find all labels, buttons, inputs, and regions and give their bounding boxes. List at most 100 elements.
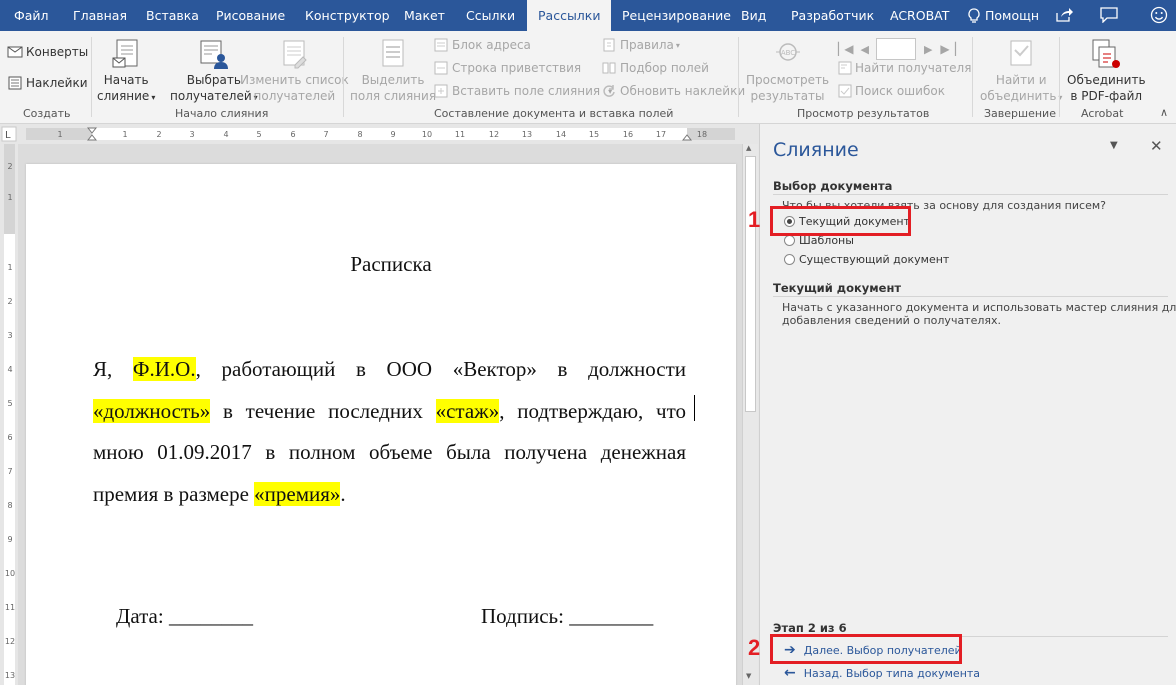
prev-record-icon[interactable]: ◀	[860, 43, 868, 56]
tab-home[interactable]: Главная	[73, 0, 127, 31]
smiley-icon[interactable]	[1148, 4, 1170, 26]
insert-merge-field-button[interactable]: Вставить поле слияния ▾	[434, 84, 612, 98]
tell-me-button[interactable]: Помощн	[967, 0, 1039, 31]
svg-text:6: 6	[7, 433, 12, 442]
envelopes-button[interactable]: Конверты	[7, 45, 88, 59]
preview-label-1: Просмотреть	[746, 73, 830, 87]
update-labels-label: Обновить наклейки	[620, 84, 746, 98]
preview-results-button[interactable]: ABC Просмотреть результаты	[746, 38, 829, 104]
section-divider	[773, 296, 1168, 297]
finish-label-1: Найти и	[995, 73, 1047, 87]
tab-acrobat[interactable]: ACROBAT	[890, 0, 949, 31]
find-recipient-button[interactable]: Найти получателя	[838, 61, 971, 75]
date-line: Дата: ________	[116, 604, 253, 628]
insert-field-label: Вставить поле слияния	[452, 84, 601, 98]
address-block-button[interactable]: Блок адреса	[434, 38, 531, 52]
merge-field-bonus[interactable]: «премия»	[254, 481, 341, 506]
ribbon-separator	[1059, 37, 1060, 117]
address-block-icon	[434, 38, 448, 52]
tab-design[interactable]: Конструктор	[305, 0, 390, 31]
record-number-input[interactable]	[875, 38, 916, 60]
pane-options-icon[interactable]: ▼	[1110, 140, 1118, 151]
greeting-line-button[interactable]: Строка приветствия	[434, 61, 581, 75]
svg-text:1: 1	[57, 130, 62, 139]
rules-icon	[603, 38, 615, 52]
greeting-line-label: Строка приветствия	[452, 61, 582, 75]
next-record-icon[interactable]: ▶	[924, 43, 932, 56]
group-finish-label: Завершение	[984, 107, 1056, 120]
svg-text:14: 14	[556, 130, 566, 139]
envelopes-label: Конверты	[26, 45, 89, 59]
vertical-ruler: 2 1 1 2 3 4 5 6 7 8 9 10 11 12 13	[0, 144, 18, 685]
highlight-fields-label-1: Выделить	[361, 73, 425, 87]
merge-field-fio[interactable]: Ф.И.О.	[132, 357, 196, 381]
edit-recipient-list-button[interactable]: Изменить список получателей	[240, 38, 349, 104]
svg-text:12: 12	[5, 637, 15, 646]
group-preview-label: Просмотр результатов	[797, 107, 930, 120]
document-page[interactable]: Расписка Я, Ф.И.О., работающий в ООО «Ве…	[26, 164, 736, 685]
svg-text:11: 11	[5, 603, 15, 612]
tell-me-label: Помощн	[985, 8, 1040, 23]
match-fields-button[interactable]: Подбор полей	[602, 61, 709, 75]
section-select-document: Выбор документа	[773, 179, 893, 193]
highlight-fields-label-2: поля слияния	[350, 89, 437, 103]
last-record-icon[interactable]: ▶▕	[940, 42, 956, 56]
rules-button[interactable]: Правила ▾	[602, 38, 680, 52]
document-paragraph[interactable]: Я, Ф.И.О., работающий в ООО «Вектор» в д…	[93, 349, 686, 515]
tab-insert[interactable]: Вставка	[146, 0, 199, 31]
ribbon-tab-bar: Файл Главная Вставка Рисование Конструкт…	[0, 0, 1176, 31]
tab-mailings[interactable]: Рассылки	[527, 0, 612, 31]
start-merge-button[interactable]: Начать слияние ▾	[97, 38, 155, 106]
close-icon[interactable]: ✕	[1150, 137, 1163, 155]
previous-step-label: Назад. Выбор типа документа	[803, 666, 981, 680]
tab-draw[interactable]: Рисование	[216, 0, 285, 31]
collapse-ribbon-icon[interactable]: ∧	[1160, 106, 1168, 119]
svg-text:12: 12	[489, 130, 499, 139]
previous-step-link[interactable]: ← Назад. Выбор типа документа	[784, 665, 980, 681]
svg-text:9: 9	[7, 535, 12, 544]
match-fields-icon	[602, 62, 616, 74]
highlight-fields-button[interactable]: Выделить поля слияния	[350, 38, 436, 104]
scroll-up-icon[interactable]: ▲	[746, 144, 751, 152]
tab-view[interactable]: Вид	[741, 0, 766, 31]
update-labels-button[interactable]: Обновить наклейки	[602, 84, 745, 98]
radio-existing-document[interactable]: Существующий документ	[784, 253, 949, 266]
svg-text:1: 1	[7, 193, 12, 202]
document-area[interactable]: Расписка Я, Ф.И.О., работающий в ООО «Ве…	[18, 144, 742, 685]
merge-to-pdf-button[interactable]: Объединить в PDF-файл	[1067, 38, 1146, 104]
group-create-label: Создать	[23, 107, 71, 120]
comments-icon[interactable]	[1098, 4, 1120, 26]
step-indicator: Этап 2 из 6	[773, 621, 847, 635]
signature-line: Подпись: ________	[481, 604, 654, 628]
merge-field-tenure[interactable]: «стаж»	[435, 398, 500, 423]
scroll-down-icon[interactable]: ▼	[746, 672, 751, 680]
start-merge-label-2: слияние ▾	[97, 89, 156, 103]
finish-merge-button[interactable]: Найти и объединить ▾	[980, 38, 1062, 106]
start-merge-icon	[112, 39, 138, 68]
scrollbar-thumb[interactable]	[745, 156, 756, 412]
check-errors-button[interactable]: Поиск ошибок	[838, 84, 945, 98]
labels-button[interactable]: Наклейки	[7, 76, 88, 90]
first-record-icon[interactable]: ▏◀	[838, 42, 854, 56]
tab-file[interactable]: Файл	[14, 0, 49, 31]
paragraph-text: в течение последних	[210, 398, 436, 423]
select-recipients-label-1: Выбрать	[186, 73, 241, 87]
finish-merge-icon	[1010, 40, 1032, 66]
annotation-box-2	[770, 634, 962, 664]
svg-text:1: 1	[7, 263, 12, 272]
merge-field-position[interactable]: «должность»	[93, 398, 211, 423]
share-icon[interactable]	[1053, 4, 1075, 26]
svg-text:3: 3	[7, 331, 12, 340]
text-cursor	[694, 395, 695, 421]
edit-list-label-1: Изменить список	[240, 73, 349, 87]
svg-text:6: 6	[290, 130, 295, 139]
svg-text:2: 2	[7, 297, 12, 306]
check-errors-label: Поиск ошибок	[855, 84, 945, 98]
labels-label: Наклейки	[26, 76, 88, 90]
description-line-2: добавления сведений о получателях.	[782, 314, 1002, 327]
tab-layout[interactable]: Макет	[404, 0, 445, 31]
refresh-icon	[603, 85, 615, 97]
tab-developer[interactable]: Разработчик	[791, 0, 874, 31]
tab-review[interactable]: Рецензирование	[622, 0, 731, 31]
tab-references[interactable]: Ссылки	[466, 0, 515, 31]
